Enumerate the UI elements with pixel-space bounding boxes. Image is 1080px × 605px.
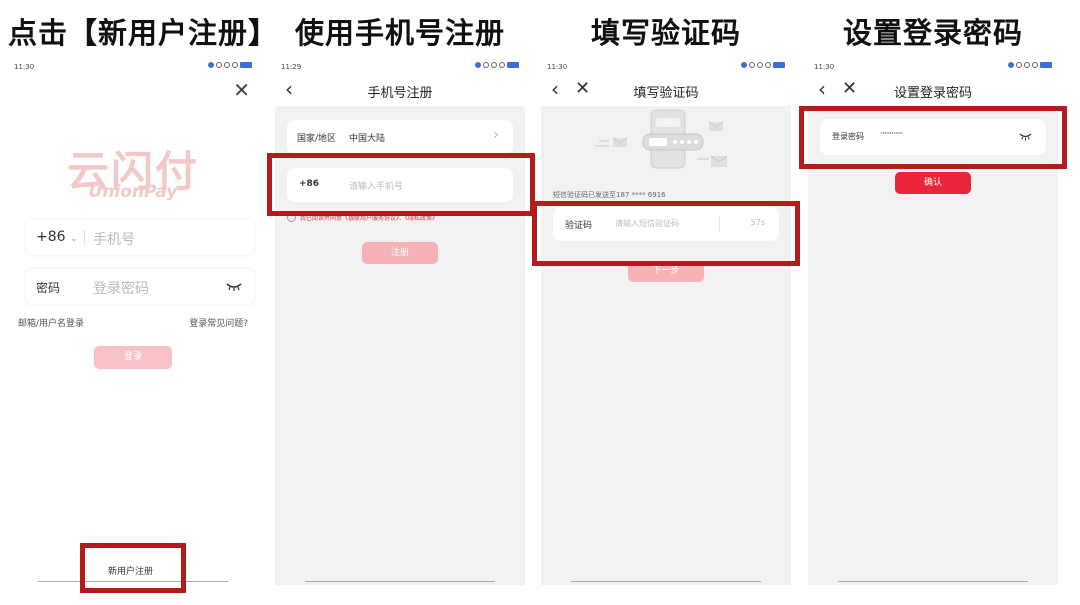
home-indicator bbox=[305, 581, 495, 582]
nav-bar: ‹ ✕ 设置登录密码 bbox=[808, 74, 1058, 106]
status-time: 11:30 bbox=[814, 63, 835, 71]
status-time: 11:30 bbox=[547, 63, 568, 71]
sms-phone-illustration bbox=[595, 109, 728, 169]
unionpay-logo-en: UnionPay bbox=[88, 182, 178, 202]
region-label: 国家/地区 bbox=[297, 134, 337, 144]
region-value: 中国大陆 bbox=[349, 134, 386, 144]
login-help-link[interactable]: 登录常见问题? bbox=[189, 316, 248, 329]
nav-title: 设置登录密码 bbox=[893, 86, 972, 101]
callout-code-field bbox=[532, 201, 800, 266]
callout-password-field bbox=[799, 106, 1067, 169]
password-label: 密码 bbox=[36, 281, 61, 295]
nav-bar: ‹ 手机号注册 bbox=[275, 74, 525, 106]
sms-sent-notice: 短信验证码已发送至187 **** 6916 bbox=[553, 191, 666, 199]
status-bar: 11:30 bbox=[8, 60, 258, 74]
eye-closed-icon[interactable] bbox=[226, 280, 242, 296]
home-indicator bbox=[838, 581, 1028, 582]
home-indicator bbox=[571, 581, 761, 582]
status-icons bbox=[741, 62, 785, 68]
register-button[interactable]: 注册 bbox=[362, 242, 438, 264]
status-bar: 11:30 bbox=[541, 60, 791, 74]
status-icons bbox=[208, 62, 252, 68]
login-button[interactable]: 登录 bbox=[94, 346, 172, 369]
status-bar: 11:29 bbox=[275, 60, 525, 74]
phone-field[interactable]: +86 ⌄ 手机号 bbox=[26, 220, 254, 255]
region-selector[interactable]: 国家/地区 中国大陆 › bbox=[287, 120, 513, 154]
password-input[interactable]: 登录密码 bbox=[93, 278, 149, 298]
step-1-title: 点击【新用户注册】 bbox=[8, 16, 279, 50]
step-4-title: 设置登录密码 bbox=[842, 16, 1023, 50]
close-icon[interactable]: ✕ bbox=[233, 78, 250, 102]
status-icons bbox=[1008, 62, 1052, 68]
phone-register-screen: 11:29 ‹ 手机号注册 国家/地区 中国大陆 › +86 请输入手机号 我已… bbox=[275, 60, 525, 585]
step-2-title: 使用手机号注册 bbox=[294, 16, 505, 50]
confirm-button[interactable]: 确认 bbox=[895, 172, 971, 194]
login-screen: 11:30 ✕ 云闪付 UnionPay +86 ⌄ 手机号 密码 登录密码 邮… bbox=[8, 60, 258, 585]
email-login-link[interactable]: 邮箱/用户名登录 bbox=[18, 316, 84, 329]
status-time: 11:30 bbox=[14, 63, 35, 71]
callout-phone-field bbox=[267, 153, 535, 216]
password-field[interactable]: 密码 登录密码 bbox=[26, 269, 254, 304]
nav-title: 手机号注册 bbox=[367, 86, 433, 101]
callout-register-link bbox=[80, 543, 186, 593]
divider bbox=[84, 230, 85, 245]
status-icons bbox=[475, 62, 519, 68]
country-code-select[interactable]: +86 ⌄ bbox=[36, 229, 78, 245]
status-time: 11:29 bbox=[281, 63, 302, 71]
verify-code-screen: 11:30 ‹ ✕ 填写验证码 短信验证码已发送至187 **** 6916 验… bbox=[541, 60, 791, 585]
nav-bar: ‹ ✕ 填写验证码 bbox=[541, 74, 791, 106]
chevron-right-icon: › bbox=[493, 127, 499, 143]
status-bar: 11:30 bbox=[808, 60, 1058, 74]
phone-input[interactable]: 手机号 bbox=[93, 229, 135, 249]
nav-title: 填写验证码 bbox=[633, 86, 699, 101]
step-3-title: 填写验证码 bbox=[590, 16, 741, 50]
chevron-down-icon: ⌄ bbox=[70, 234, 78, 244]
